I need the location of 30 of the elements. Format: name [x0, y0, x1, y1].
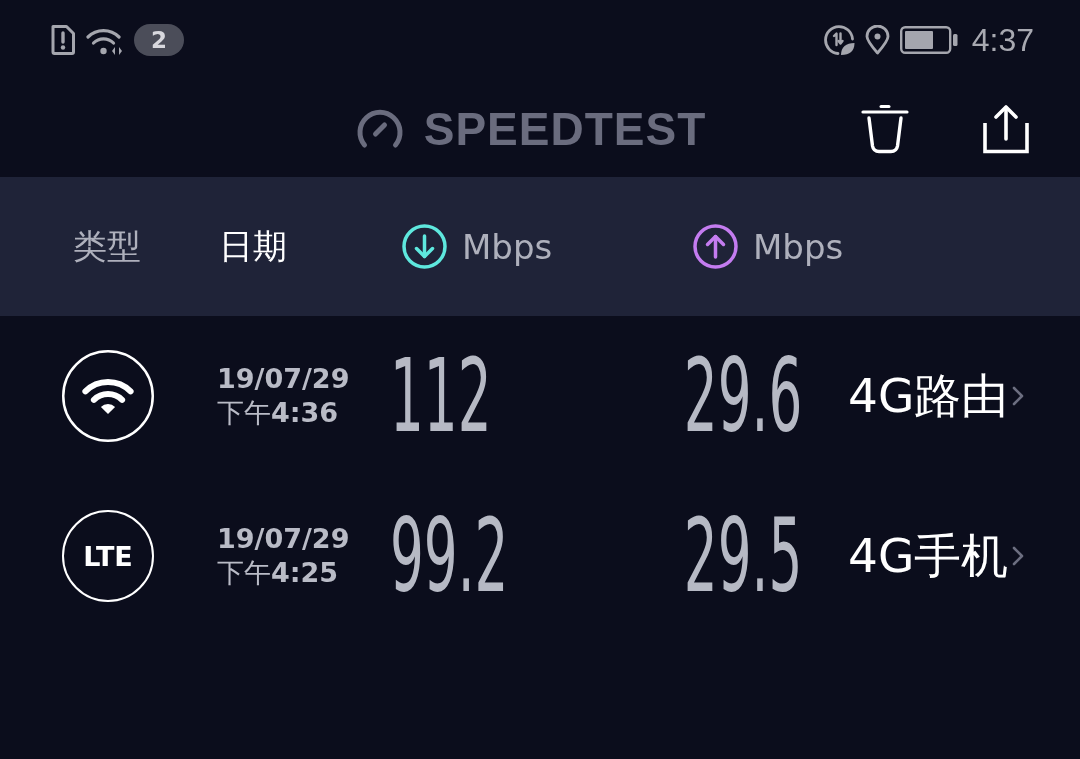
upload-speed: 29.6 — [683, 345, 802, 447]
chevron-right-icon — [1012, 546, 1025, 566]
chevron-right-icon — [1012, 386, 1025, 406]
column-header[interactable]: 类型 — [73, 223, 141, 270]
test-name: 4G路由 — [848, 366, 1009, 425]
share-icon[interactable] — [982, 103, 1030, 154]
test-date: 19/07/29 — [217, 362, 350, 396]
lte-badge: LTE — [62, 510, 154, 602]
wifi-icon — [62, 350, 154, 442]
download-speed: 99.2 — [390, 505, 509, 607]
upload-icon — [693, 224, 738, 269]
column-header[interactable]: Mbps — [693, 224, 844, 269]
battery-icon — [899, 26, 958, 54]
column-header[interactable]: 日期 — [219, 223, 287, 270]
app-title: SPEEDTEST — [423, 101, 707, 156]
test-date: 19/07/29 — [217, 522, 350, 556]
test-time: 下午4:36 — [217, 396, 339, 430]
status-time: 4:37 — [971, 21, 1034, 59]
download-speed: 112 — [390, 345, 492, 447]
location-pin-icon — [864, 25, 890, 55]
test-time: 下午4:25 — [217, 556, 339, 590]
sim-alert-icon — [50, 24, 76, 56]
notification-count: 2 — [134, 24, 184, 56]
column-header[interactable]: Mbps — [402, 224, 553, 269]
data-saver-icon — [823, 24, 855, 56]
speedometer-icon — [355, 108, 404, 149]
upload-speed: 29.5 — [683, 505, 802, 607]
trash-icon[interactable] — [861, 103, 909, 154]
test-name: 4G手机 — [848, 526, 1009, 585]
download-icon — [402, 224, 447, 269]
